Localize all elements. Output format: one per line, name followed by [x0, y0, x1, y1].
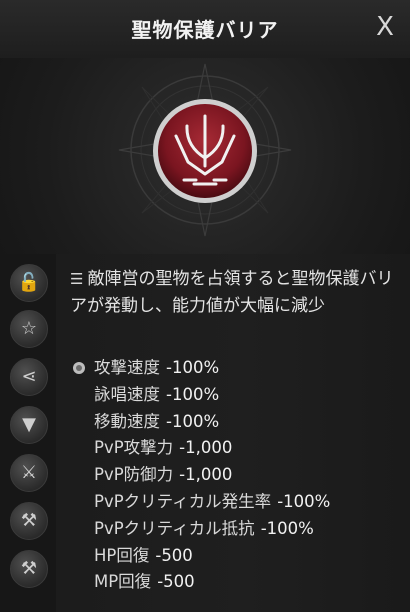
stat-row: MP回復 -500 — [72, 569, 402, 596]
stat-name: PvPクリティカル抵抗 — [94, 518, 255, 538]
lock-icon[interactable]: 🔓 — [10, 264, 48, 302]
dagger-icon[interactable]: ⚔ — [10, 454, 48, 492]
stat-value: -100% — [166, 358, 220, 377]
stat-name: MP回復 — [94, 572, 152, 592]
stat-row: PvP攻撃力 -1,000 — [72, 435, 402, 462]
window-title: 聖物保護バリア — [131, 18, 279, 42]
stat-row: 詠唱速度 -100% — [72, 382, 402, 409]
description: ☰ 敵陣営の聖物を占領すると聖物保護バリアが発動し、能力値が大幅に減少 — [70, 266, 400, 320]
stat-row: HP回復 -500 — [72, 543, 402, 570]
star-icon[interactable]: ☆ — [10, 310, 48, 348]
sidebar: 🔓 ☆ ⋖ ▼ ⚔ ⚒ ⚒ — [0, 254, 56, 612]
stat-row: PvPクリティカル抵抗 -100% — [72, 516, 402, 543]
stat-row: 移動速度 -100% — [72, 409, 402, 436]
list-icon: ☰ — [70, 270, 84, 288]
stat-name: 詠唱速度 — [94, 384, 160, 404]
stat-value: -1,000 — [179, 465, 233, 485]
stat-name: 移動速度 — [94, 411, 160, 431]
stat-name: 攻撃速度 — [94, 358, 160, 377]
hammer-icon[interactable]: ⚒ — [10, 502, 48, 540]
stat-name: PvP防御力 — [94, 465, 174, 485]
stat-value: -500 — [157, 572, 195, 592]
share-icon[interactable]: ⋖ — [10, 358, 48, 396]
stat-name: PvPクリティカル発生率 — [94, 491, 272, 511]
stat-list: 攻撃速度 -100% 詠唱速度 -100% 移動速度 -100% PvP攻撃力 -1,0… — [72, 355, 402, 596]
stat-value: -100% — [166, 411, 220, 431]
stat-value: -1,000 — [179, 438, 233, 458]
stat-name: HP回復 — [94, 545, 150, 565]
stat-value: -100% — [260, 518, 314, 538]
debuff-icon — [73, 362, 85, 374]
stat-row: PvPクリティカル発生率 -100% — [72, 489, 402, 516]
stat-row: PvP防御力 -1,000 — [72, 462, 402, 489]
trident-crest-icon — [153, 99, 257, 203]
stat-value: -100% — [166, 384, 220, 404]
stat-name: PvP攻撃力 — [94, 438, 174, 458]
axe-icon[interactable]: ⚒ — [10, 550, 48, 588]
close-button[interactable]: X — [370, 12, 400, 42]
stat-value: -100% — [277, 491, 331, 511]
anvil-icon[interactable]: ▼ — [10, 406, 48, 444]
emblem-area — [0, 58, 410, 254]
description-text: 敵陣営の聖物を占領すると聖物保護バリアが発動し、能力値が大幅に減少 — [70, 269, 394, 316]
stat-value: -500 — [155, 545, 193, 565]
stat-row: 攻撃速度 -100% — [72, 355, 402, 382]
